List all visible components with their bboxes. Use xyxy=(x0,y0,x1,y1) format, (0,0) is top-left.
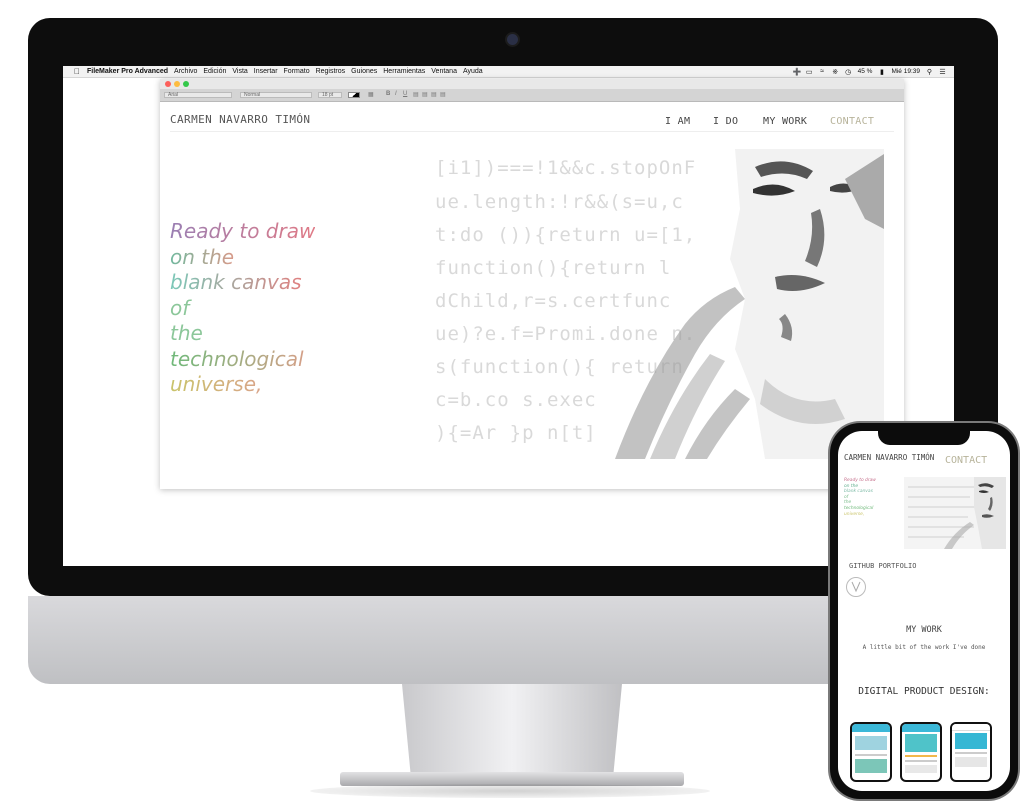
spotlight-search-icon[interactable]: ⚲ xyxy=(926,68,933,76)
notification-center-icon[interactable]: ☰ xyxy=(939,68,946,76)
menu-archivo[interactable]: Archivo xyxy=(174,68,197,75)
my-work-heading: MY WORK xyxy=(906,625,942,635)
menu-vista[interactable]: Vista xyxy=(232,68,247,75)
project-thumbnail-screen xyxy=(902,724,940,780)
hero-handwritten-text: Ready to draw on the blank canvas of the… xyxy=(170,219,315,398)
mobile-site-title[interactable]: CARMEN NAVARRO TIMÓN xyxy=(844,453,934,462)
phone-notch xyxy=(878,431,970,445)
menu-app-name[interactable]: FileMaker Pro Advanced xyxy=(87,68,168,75)
text-color-swatch[interactable] xyxy=(348,92,360,98)
camera-icon xyxy=(507,34,518,45)
thumb-text xyxy=(955,757,987,767)
zoom-window-icon[interactable] xyxy=(183,81,189,87)
menu-ventana[interactable]: Ventana xyxy=(431,68,457,75)
font-select[interactable]: Arial xyxy=(164,92,232,98)
menu-edicion[interactable]: Edición xyxy=(203,68,226,75)
size-select[interactable]: 18 pt xyxy=(318,92,342,98)
mobile-hero-line: Ready to draw xyxy=(844,478,876,483)
thumb-image xyxy=(855,736,887,750)
cursor-icon[interactable]: ➕ xyxy=(793,68,802,76)
align-center-icon[interactable]: ▤ xyxy=(422,91,428,98)
hero-line: blank canvas xyxy=(170,270,302,294)
mobile-hero-line: technological xyxy=(844,505,874,511)
hero-illustration: [i1])===!1&&c.stopOnF ue.length:!r&&(s=u… xyxy=(435,149,884,459)
format-toolbar: Arial Normal 18 pt ▦ B I U ▤ ▤ ▤ ▤ xyxy=(160,89,904,102)
align-right-icon[interactable]: ▤ xyxy=(431,91,437,98)
hero-line: of xyxy=(170,295,190,320)
nav-i-am[interactable]: I AM xyxy=(665,116,690,127)
github-glyph xyxy=(851,581,861,593)
battery-percent[interactable]: 45 % xyxy=(858,68,873,75)
thumb-text xyxy=(955,752,987,754)
thumb-image xyxy=(955,733,987,749)
project-thumbnail-screen xyxy=(952,724,990,780)
iphone-screen: CARMEN NAVARRO TIMÓN CONTACT Ready to dr… xyxy=(838,431,1010,791)
github-icon[interactable] xyxy=(846,577,866,597)
battery-icon[interactable]: ▮ xyxy=(878,68,885,76)
close-window-icon[interactable] xyxy=(165,81,171,87)
nav-my-work[interactable]: MY WORK xyxy=(763,116,807,127)
style-select[interactable]: Normal xyxy=(240,92,312,98)
thumb-text xyxy=(855,754,887,756)
menu-extras: ➕ ▭ ≈ ※ ◷ 45 % ▮ Mié 19:39 ⚲ ☰ xyxy=(793,66,946,77)
mobile-hero-text: Ready to draw on the blank canvas of the… xyxy=(844,478,876,517)
menu-registros[interactable]: Registros xyxy=(316,68,346,75)
bluetooth-icon[interactable]: ※ xyxy=(832,68,839,76)
hero-line: on the xyxy=(170,244,235,269)
thumb-text xyxy=(905,765,937,773)
my-work-subtitle: A little bit of the work I've done xyxy=(862,644,986,651)
bold-button[interactable]: B xyxy=(386,91,390,97)
project-thumbnail-screen xyxy=(852,724,890,780)
menu-ayuda[interactable]: Ayuda xyxy=(463,68,483,75)
thumb-image xyxy=(905,734,937,752)
menu-guiones[interactable]: Guiones xyxy=(351,68,377,75)
menu-formato[interactable]: Formato xyxy=(284,68,310,75)
hero-line: Ready to draw xyxy=(170,219,316,243)
airplay-icon[interactable]: ▭ xyxy=(806,68,813,76)
menu-insertar[interactable]: Insertar xyxy=(254,68,278,75)
mobile-hero-illustration xyxy=(904,477,1006,549)
mobile-nav-contact[interactable]: CONTACT xyxy=(945,455,987,466)
menu-clock[interactable]: Mié 19:39 xyxy=(891,68,920,75)
thumb-header xyxy=(902,724,940,732)
mobile-portrait-sketch xyxy=(904,477,1006,549)
hero-line: the xyxy=(170,321,203,345)
stand-shadow xyxy=(310,784,710,798)
thumb-text xyxy=(905,755,937,757)
wifi-icon[interactable]: ≈ xyxy=(819,68,826,75)
mobile-hero-line: blank canvas xyxy=(844,489,873,495)
project-thumbnail[interactable] xyxy=(850,722,892,782)
highlight-icon[interactable]: ▦ xyxy=(368,91,374,98)
thumb-text xyxy=(905,760,937,762)
nav-contact[interactable]: CONTACT xyxy=(830,116,874,127)
mobile-hero-line: universe, xyxy=(844,511,865,517)
project-thumbnail[interactable] xyxy=(900,722,942,782)
justify-icon[interactable]: ▤ xyxy=(440,91,446,98)
underline-button[interactable]: U xyxy=(403,91,407,97)
thumb-header xyxy=(952,724,990,731)
time-machine-icon[interactable]: ◷ xyxy=(845,68,852,76)
menu-bar:  FileMaker Pro Advanced Archivo Edición… xyxy=(63,66,954,78)
thumb-image xyxy=(855,759,887,773)
italic-button[interactable]: I xyxy=(395,91,397,97)
filemaker-window: Arial Normal 18 pt ▦ B I U ▤ ▤ ▤ ▤ CARME… xyxy=(160,79,904,489)
imac-screen:  FileMaker Pro Advanced Archivo Edición… xyxy=(63,66,954,566)
imac-stand xyxy=(402,684,622,776)
iphone-frame: CARMEN NAVARRO TIMÓN CONTACT Ready to dr… xyxy=(830,423,1018,799)
site-title[interactable]: CARMEN NAVARRO TIMÓN xyxy=(170,113,310,126)
github-portfolio-link[interactable]: GITHUB PORTFOLIO xyxy=(849,562,916,570)
nav-i-do[interactable]: I DO xyxy=(713,116,738,127)
align-left-icon[interactable]: ▤ xyxy=(413,91,419,98)
menu-herramientas[interactable]: Herramientas xyxy=(383,68,425,75)
window-titlebar[interactable] xyxy=(160,79,904,89)
header-divider xyxy=(170,131,894,132)
digital-product-design-heading: DIGITAL PRODUCT DESIGN: xyxy=(858,686,990,697)
minimize-window-icon[interactable] xyxy=(174,81,180,87)
portrait-sketch xyxy=(615,149,884,459)
hero-line: universe, xyxy=(170,372,263,396)
apple-icon[interactable]:  xyxy=(71,67,83,76)
project-thumbnail[interactable] xyxy=(950,722,992,782)
hero-line: technological xyxy=(170,346,304,371)
thumb-header xyxy=(852,724,890,732)
